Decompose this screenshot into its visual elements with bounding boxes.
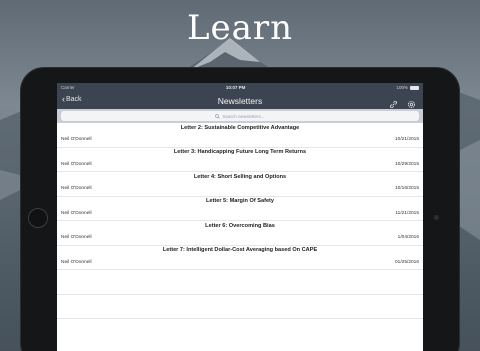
list-item[interactable]: Letter 5: Margin Of Safety Neil O'Donnel… (57, 197, 423, 221)
letter-author: Neil O'Donnell (61, 235, 92, 240)
letter-author: Neil O'Donnell (61, 259, 92, 265)
list-item[interactable]: Letter 6: Overcoming Bias Neil O'Donnell… (57, 221, 423, 246)
list-item[interactable]: Letter 3: Handicapping Future Long Term … (57, 148, 423, 172)
clock: 10:07 PM (225, 85, 246, 90)
battery-label: 100% (396, 85, 408, 90)
back-button[interactable]: ‹ Back (62, 95, 82, 104)
gear-icon[interactable] (407, 96, 416, 109)
chevron-left-icon: ‹ (62, 94, 65, 104)
nav-actions (389, 96, 416, 109)
letter-title: Letter 6: Overcoming Bias (205, 222, 275, 229)
link-icon[interactable] (389, 96, 398, 109)
letter-date: 10/21/2015 (394, 137, 419, 142)
search-placeholder: Search newsletters... (222, 113, 265, 119)
letter-title: Letter 2: Sustainable Competitive Advant… (180, 124, 300, 131)
empty-row (57, 270, 423, 295)
search-input[interactable]: Search newsletters... (61, 111, 419, 121)
headline: Learn (186, 8, 294, 48)
letter-date: 01/25/2016 (394, 259, 419, 265)
camera (434, 215, 439, 220)
letter-title: Letter 4: Short Selling and Options (193, 173, 287, 180)
page-title: Newsletters (217, 95, 263, 106)
letter-date: 10/29/2015 (394, 161, 419, 167)
letter-author: Neil O'Donnell (61, 210, 92, 216)
letter-author: Neil O'Donnell (61, 186, 92, 191)
carrier-label: Carrier (61, 85, 75, 90)
letter-title: Letter 3: Handicapping Future Long Term … (173, 149, 307, 155)
status-bar: Carrier 10:07 PM 100% (57, 83, 423, 92)
letter-date: 10/16/2015 (394, 186, 419, 191)
search-bar: Search newsletters... (57, 109, 423, 123)
back-label: Back (66, 96, 82, 103)
letter-date: 11/21/2015 (395, 210, 419, 216)
empty-row (57, 295, 423, 319)
letter-date: 1/04/2016 (397, 235, 419, 240)
newsletter-list: Letter 2: Sustainable Competitive Advant… (57, 123, 423, 319)
battery-indicator: 100% (396, 85, 419, 90)
search-icon (215, 113, 221, 119)
list-item[interactable]: Letter 4: Short Selling and Options Neil… (57, 172, 423, 197)
letter-title: Letter 5: Margin Of Safety (205, 198, 275, 204)
letter-title: Letter 7: Intelligent Dollar-Cost Averag… (162, 247, 318, 253)
navigation-bar: ‹ Back Newsletters (57, 92, 423, 109)
battery-icon (409, 85, 419, 90)
list-item[interactable]: Letter 2: Sustainable Competitive Advant… (57, 123, 423, 148)
letter-author: Neil O'Donnell (61, 161, 92, 167)
home-button (28, 208, 48, 228)
list-item[interactable]: Letter 7: Intelligent Dollar-Cost Averag… (57, 246, 423, 270)
app-screen: Carrier 10:07 PM 100% ‹ Back Newsletters… (57, 83, 423, 351)
letter-author: Neil O'Donnell (61, 137, 92, 142)
